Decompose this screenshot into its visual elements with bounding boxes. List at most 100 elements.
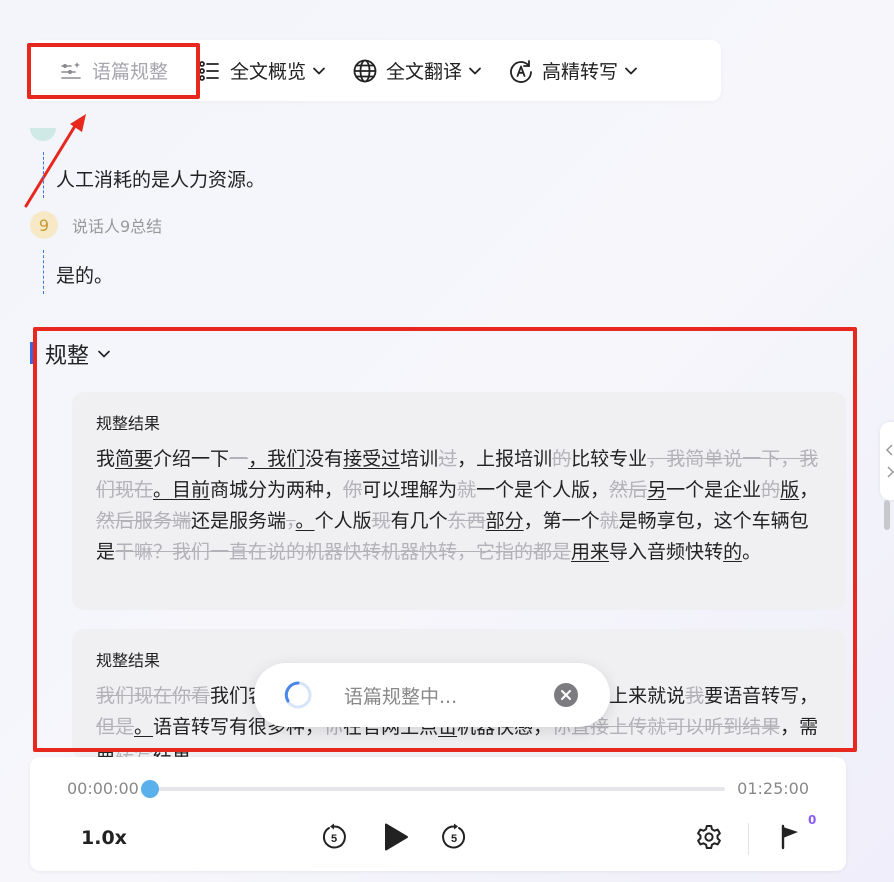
inserted-text: 。目前 (153, 479, 211, 501)
toolbar: 语篇规整 全文概览 全文翻译 高精转写 (28, 40, 721, 101)
current-time: 00:00:00 (67, 779, 139, 798)
rewind-5-icon: 5 (322, 823, 346, 849)
text-span: 还是服务端 (191, 510, 287, 532)
deleted-text: 就 (457, 479, 477, 501)
divider (748, 823, 749, 855)
rewind-seconds: 5 (331, 833, 337, 845)
text-span: 商城分为两种， (210, 479, 344, 501)
deleted-text: 然后服务端 (96, 510, 192, 532)
text-span: ，第一个 (523, 510, 600, 532)
deleted-text: ， (286, 510, 296, 532)
numbered-list-icon (196, 58, 222, 84)
normalize-label: 语篇规整 (92, 61, 169, 83)
close-icon (561, 690, 571, 700)
text-span: 。 (742, 541, 762, 563)
inserted-text: 接受过 (343, 448, 401, 470)
deleted-text: 现 (371, 510, 391, 532)
deleted-text: 东西 (447, 510, 486, 532)
play-icon (385, 823, 408, 851)
spinner-icon (284, 681, 312, 709)
inserted-text: 简要 (115, 448, 154, 470)
text-span: 导入音频快转 (609, 541, 724, 563)
deleted-text: 我 (685, 685, 705, 707)
flag-icon (781, 824, 798, 850)
close-button[interactable] (554, 683, 578, 707)
chevron-right-icon (887, 466, 894, 478)
transcript-text: 人工消耗的是人力资源。 (56, 169, 266, 191)
text-span: 没有 (305, 448, 344, 470)
deleted-text: 的 (761, 479, 781, 501)
audio-player: 00:00:00 01:25:00 1.0x 5 5 0 (30, 757, 846, 871)
overview-button[interactable]: 全文概览 (196, 40, 326, 101)
text-span: 上来就说 (609, 685, 686, 707)
inserted-text: 另 (647, 479, 667, 501)
flag-count-badge: 0 (808, 813, 817, 827)
deleted-text: 一 (229, 448, 249, 470)
globe-icon (352, 58, 378, 84)
text-span: 可以理解为 (362, 479, 458, 501)
inserted-text: 的 (723, 541, 743, 563)
deleted-text: 然后 (609, 479, 648, 501)
deleted-text: 你 (343, 479, 363, 501)
forward-5-icon: 5 (442, 823, 466, 849)
deleted-text: 的 (552, 448, 572, 470)
scrollbar-thumb[interactable] (884, 500, 890, 530)
deleted-text: 就 (599, 510, 619, 532)
chevron-down-icon (624, 64, 638, 78)
text-span: ， (799, 479, 819, 501)
play-button[interactable] (382, 823, 410, 851)
chevron-down-icon (312, 64, 326, 78)
deleted-text: 我们现在你看 (96, 685, 211, 707)
inserted-text: 。 (295, 510, 315, 532)
inserted-text: ，我们 (248, 448, 306, 470)
text-span: ，上报培训 (457, 448, 553, 470)
transcript-text: 是的。 (56, 265, 114, 287)
deleted-text: 过 (438, 448, 458, 470)
chevron-down-icon (97, 347, 111, 361)
speaker-row: 9 说话人9总结 (30, 211, 162, 239)
gear-icon (697, 825, 721, 849)
speaker-name: 说话人9总结 (72, 217, 163, 236)
progress-knob[interactable] (141, 780, 159, 798)
normalize-result-card: 规整结果 我简要介绍一下一，我们没有接受过培训过，上报培训的比较专业，我简单说一… (72, 392, 846, 610)
inserted-text: 。 (134, 716, 154, 738)
inserted-text: 版 (780, 479, 800, 501)
card-body: 我简要介绍一下一，我们没有接受过培训过，上报培训的比较专业，我简单说一下，我们现… (96, 444, 822, 568)
speed-button[interactable]: 1.0x (81, 827, 127, 849)
section-title: 规整 (45, 344, 90, 369)
toast-text: 语篇规整中... (344, 685, 458, 708)
section-accent-bar (30, 342, 34, 364)
overview-label: 全文概览 (230, 61, 307, 83)
translate-button[interactable]: 全文翻译 (352, 40, 482, 101)
annotation-arrow (24, 114, 86, 208)
speaker-badge: 9 (30, 211, 58, 239)
normalize-button[interactable]: 语篇规整 (58, 40, 168, 101)
text-span: 有几个 (390, 510, 448, 532)
transcribe-button[interactable]: 高精转写 (508, 40, 638, 101)
inserted-text: 部分 (485, 510, 524, 532)
forward-button[interactable]: 5 (440, 823, 468, 851)
side-panel-handle[interactable] (880, 422, 894, 500)
avatar (30, 128, 56, 142)
text-span: 一个是个人版， (476, 479, 610, 501)
segment-divider (43, 152, 44, 198)
flag-button[interactable] (776, 823, 804, 851)
progress-bar[interactable] (141, 780, 725, 798)
total-time: 01:25:00 (737, 779, 809, 798)
deleted-text: 但是 (96, 716, 135, 738)
text-span: 比较专业 (571, 448, 648, 470)
loading-toast: 语篇规整中... (254, 663, 610, 727)
rewind-button[interactable]: 5 (320, 823, 348, 851)
settings-button[interactable] (695, 823, 723, 851)
text-span: 个人版 (314, 510, 372, 532)
chevron-down-icon (468, 64, 482, 78)
sliders-sparkle-icon (58, 58, 84, 84)
translate-label: 全文翻译 (386, 61, 463, 83)
text-span: 我 (96, 448, 116, 470)
chevron-left-icon (885, 444, 893, 456)
deleted-text: 干嘛？我们一直在说的机器快转机器快转，它指的都是 (115, 541, 572, 563)
transcribe-label: 高精转写 (542, 61, 619, 83)
normalize-section-toggle[interactable]: 规整 (45, 338, 111, 370)
forward-seconds: 5 (451, 833, 457, 845)
inserted-text: 用来 (571, 541, 610, 563)
